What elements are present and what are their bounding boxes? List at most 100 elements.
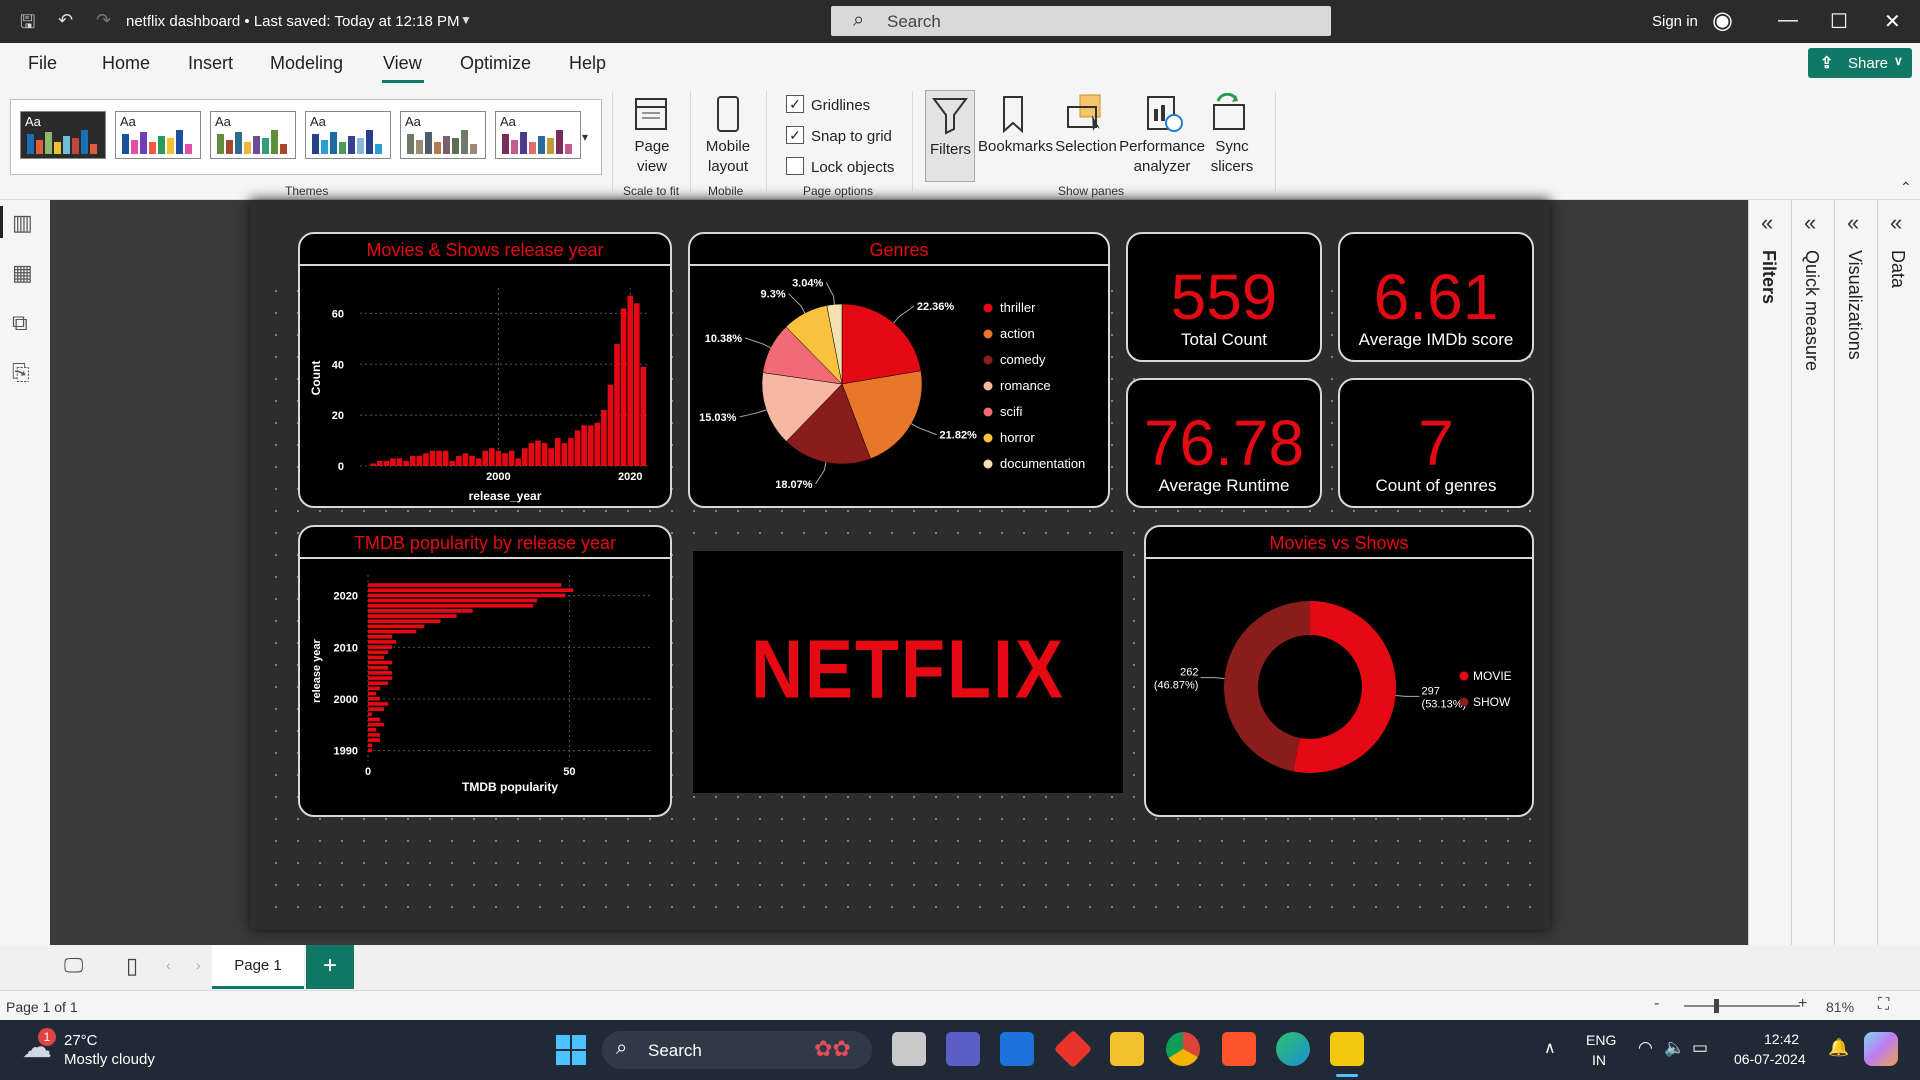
selection-button[interactable]: Selection [1052,137,1120,157]
legend-marker-romance [983,381,993,391]
wifi-icon[interactable]: ◠ [1638,1038,1653,1058]
theme-option-3[interactable]: Aa [210,111,296,159]
maximize-icon[interactable]: ☐ [1830,9,1848,34]
filters-pane[interactable]: « Filters [1748,200,1791,945]
add-page-button[interactable]: + [306,945,354,989]
theme-option-4[interactable]: Aa [305,111,391,159]
lock-objects-checkbox[interactable] [786,157,804,175]
theme-swatch [470,144,477,154]
gridlines-checkbox[interactable]: ✓ [786,95,804,113]
clock-date[interactable]: 06-07-2024 [1734,1051,1806,1067]
menu-optimize[interactable]: Optimize [460,53,531,74]
collapse-chevron-icon[interactable]: « [1761,210,1773,236]
file-explorer-icon[interactable] [1110,1032,1144,1066]
battery-icon[interactable]: ▭ [1692,1038,1708,1058]
search-input[interactable]: ⌕ Search [831,6,1331,36]
collapse-chevron-icon[interactable]: « [1890,210,1902,236]
prev-page-icon[interactable]: ‹ [166,957,171,973]
page-view-button[interactable]: Page view [624,137,680,177]
legend-label-thriller: thriller [1000,300,1036,315]
zoom-in-icon[interactable]: + [1798,995,1807,1013]
theme-option-1[interactable]: Aa [20,111,106,159]
release-year-chart-card[interactable]: Movies & Shows release year 0 20 40 60 2000 2… [298,232,672,508]
windows-start-icon[interactable] [556,1035,586,1065]
edge-icon[interactable] [1276,1032,1310,1066]
menu-file[interactable]: File [28,53,57,74]
anydesk-icon[interactable] [1053,1029,1093,1069]
show-hidden-icons[interactable]: ∧ [1544,1038,1556,1058]
collapse-chevron-icon[interactable]: « [1804,210,1816,236]
task-view-icon[interactable] [892,1032,926,1066]
page-tab-1[interactable]: Page 1 [212,945,304,989]
fit-to-page-icon[interactable]: ⛶ [1878,996,1889,1014]
chrome-icon[interactable] [1166,1032,1200,1066]
histogram-bar [376,460,383,466]
theme-option-2[interactable]: Aa [115,111,201,159]
data-label-leader [739,409,767,418]
menu-insert[interactable]: Insert [188,53,233,74]
report-view-icon[interactable]: ▥ [12,210,33,236]
menu-view[interactable]: View [383,53,422,74]
next-page-icon[interactable]: › [196,957,201,973]
sign-in-link[interactable]: Sign in [1652,13,1698,30]
zoom-slider[interactable] [1684,1005,1800,1007]
tmdb-popularity-chart-card[interactable]: TMDB popularity by release year 2020 2010… [298,525,672,817]
filters-pane-button[interactable]: Filters [925,90,975,182]
quick-measure-pane[interactable]: « Quick measure [1791,200,1834,945]
model-view-icon[interactable]: ⧉ [12,310,28,336]
copilot-icon[interactable] [1864,1032,1898,1066]
genres-chart-card[interactable]: Genres 22.36% 21.82% 18.07% 15.03% 10.38% 9.3… [688,232,1110,508]
document-title[interactable]: netflix dashboard • Last saved: Today at… [126,13,460,30]
snap-to-grid-checkbox[interactable]: ✓ [786,126,804,144]
movies-vs-shows-chart-card[interactable]: Movies vs Shows 297 (53.13%) 262 (46.87%) MO… [1144,525,1534,817]
menu-help[interactable]: Help [569,53,606,74]
histogram-bar [515,458,521,466]
data-pane[interactable]: « Data [1877,200,1920,945]
netflix-logo-image: NETFLIX [693,551,1123,793]
table-view-icon[interactable]: ▦ [12,260,33,286]
sync-slicers-button[interactable]: Sync slicers [1204,137,1260,177]
collapse-chevron-icon[interactable]: « [1847,210,1859,236]
save-icon[interactable]: 🖫 [20,10,35,40]
redo-icon[interactable]: ↷ [96,10,111,31]
share-button[interactable]: ⇪ Share ∨ [1808,48,1912,78]
theme-swatch [547,138,554,154]
avg-imdb-card[interactable]: 6.61 Average IMDb score [1338,232,1534,362]
desktop-view-icon[interactable]: 🖵 [64,955,83,978]
notification-bell-icon[interactable]: 🔔 [1828,1038,1849,1058]
minimize-icon[interactable]: — [1778,9,1798,32]
clock-time[interactable]: 12:42 [1764,1031,1799,1047]
power-bi-icon[interactable] [1330,1032,1364,1066]
zoom-level[interactable]: 81% [1826,999,1854,1015]
mail-icon[interactable] [1000,1032,1034,1066]
total-count-card[interactable]: 559 Total Count [1126,232,1322,362]
theme-option-5[interactable]: Aa [400,111,486,159]
chevron-down-icon[interactable]: ▼ [460,13,472,27]
language-indicator-1[interactable]: ENG [1586,1032,1616,1048]
mobile-layout-button[interactable]: Mobile layout [700,137,756,177]
menu-modeling[interactable]: Modeling [270,53,343,74]
avg-runtime-card[interactable]: 76.78 Average Runtime [1126,378,1322,508]
close-icon[interactable]: ✕ [1884,9,1901,34]
menu-home[interactable]: Home [102,53,150,74]
zoom-slider-thumb[interactable] [1714,999,1719,1013]
brave-icon[interactable] [1222,1032,1256,1066]
theme-option-6[interactable]: Aa [495,111,581,159]
account-icon[interactable]: ◉ [1712,6,1733,35]
zoom-out-icon[interactable]: - [1654,995,1659,1013]
teams-icon[interactable] [946,1032,980,1066]
histogram-bar [528,443,535,466]
themes-more-icon[interactable]: ▾ [582,130,588,144]
visualizations-pane[interactable]: « Visualizations [1834,200,1877,945]
dax-query-view-icon[interactable]: ⎘ [12,360,30,386]
undo-icon[interactable]: ↶ [58,10,73,31]
genre-count-card[interactable]: 7 Count of genres [1338,378,1534,508]
mobile-view-icon[interactable]: ▯ [126,953,138,979]
bookmarks-button[interactable]: Bookmarks [978,137,1053,157]
collapse-ribbon-icon[interactable]: ⌃ [1900,179,1912,196]
language-indicator-2[interactable]: IN [1592,1052,1606,1068]
volume-icon[interactable]: 🔈 [1664,1038,1685,1058]
theme-swatch [176,130,183,154]
performance-analyzer-button[interactable]: Performance analyzer [1118,137,1206,177]
taskbar-search[interactable]: ⌕ Search ✿✿ [602,1031,872,1069]
